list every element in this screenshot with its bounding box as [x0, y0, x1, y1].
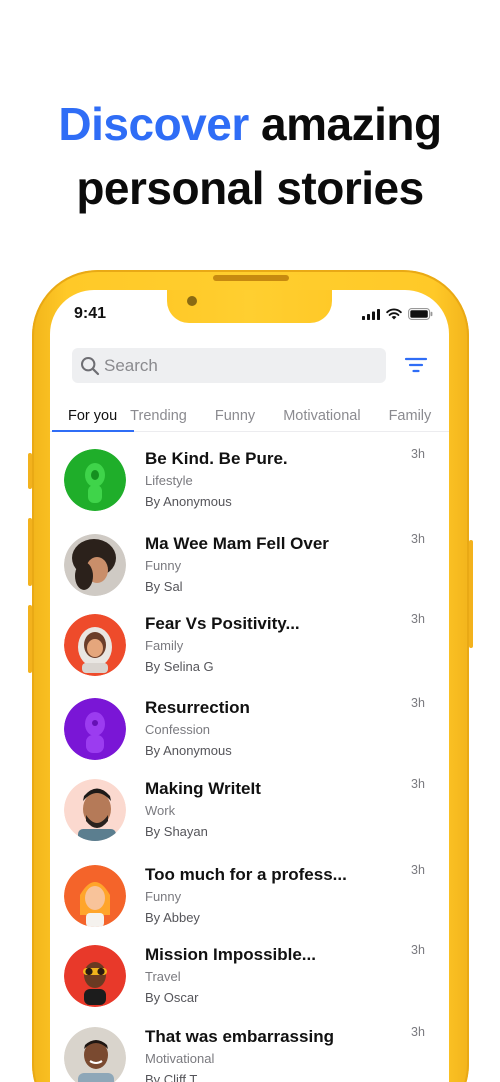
story-title: Be Kind. Be Pure.	[145, 449, 288, 468]
story-title: Resurrection	[145, 698, 250, 717]
phone-speaker	[213, 275, 289, 281]
tab-funny[interactable]: Funny	[215, 400, 255, 431]
avatar	[64, 945, 126, 1007]
story-time: 3h	[411, 696, 425, 710]
headline-line2: personal stories	[76, 162, 424, 214]
avatar	[64, 698, 126, 760]
avatar	[64, 779, 126, 841]
story-author: By Anonymous	[145, 494, 232, 509]
story-author: By Sal	[145, 579, 183, 594]
story-time: 3h	[411, 1025, 425, 1039]
story-item[interactable]: Making WriteIt Work By Shayan 3h	[50, 777, 449, 861]
wifi-icon	[386, 308, 402, 320]
search-bar[interactable]	[72, 348, 386, 383]
story-item[interactable]: Resurrection Confession By Anonymous 3h	[50, 696, 449, 780]
camera-icon	[187, 296, 197, 306]
avatar	[64, 449, 126, 511]
status-icons	[362, 308, 433, 320]
promo-canvas: Discover amazing personal stories 9:41 S…	[0, 0, 500, 1082]
search-input[interactable]	[104, 355, 364, 376]
story-title: Fear Vs Positivity...	[145, 614, 300, 633]
tab-trending[interactable]: Trending	[130, 400, 187, 431]
story-item[interactable]: Mission Impossible... Travel By Oscar 3h	[50, 943, 449, 1027]
filter-icon[interactable]	[404, 355, 428, 375]
avatar	[64, 1027, 126, 1082]
category-tabs: For you Trending Funny Motivational Fami…	[50, 400, 449, 432]
tab-motivational[interactable]: Motivational	[283, 400, 360, 431]
story-title: Making WriteIt	[145, 779, 261, 798]
story-category: Funny	[145, 558, 182, 573]
story-title: That was embarrassing	[145, 1027, 334, 1046]
story-title: Mission Impossible...	[145, 945, 316, 964]
headline-rest: amazing	[248, 98, 442, 150]
story-category: Family	[145, 638, 184, 653]
story-time: 3h	[411, 447, 425, 461]
story-author: By Selina G	[145, 659, 214, 674]
story-category: Work	[145, 803, 176, 818]
story-title: Ma Wee Mam Fell Over	[145, 534, 329, 553]
story-title: Too much for a profess...	[145, 865, 347, 884]
story-item[interactable]: Too much for a profess... Funny By Abbey…	[50, 863, 449, 947]
signal-icon	[362, 308, 380, 320]
status-time: 9:41	[74, 305, 107, 322]
avatar	[64, 865, 126, 927]
story-item[interactable]: That was embarrassing Motivational By Cl…	[50, 1025, 449, 1082]
headline-accent: Discover	[58, 98, 249, 150]
story-category: Travel	[145, 969, 181, 984]
story-category: Lifestyle	[145, 473, 193, 488]
story-author: By Oscar	[145, 990, 199, 1005]
tab-for-you[interactable]: For you	[68, 400, 117, 431]
tab-family[interactable]: Family	[389, 400, 432, 431]
search-icon	[81, 356, 100, 375]
story-time: 3h	[411, 943, 425, 957]
story-item[interactable]: Fear Vs Positivity... Family By Selina G…	[50, 612, 449, 696]
story-time: 3h	[411, 532, 425, 546]
active-tab-indicator	[52, 430, 134, 432]
story-time: 3h	[411, 777, 425, 791]
story-item[interactable]: Be Kind. Be Pure. Lifestyle By Anonymous…	[50, 447, 449, 531]
story-author: By Cliff T	[145, 1072, 198, 1082]
story-time: 3h	[411, 612, 425, 626]
story-item[interactable]: Ma Wee Mam Fell Over Funny By Sal 3h	[50, 532, 449, 616]
battery-icon	[408, 308, 433, 320]
story-category: Confession	[145, 722, 211, 737]
phone-power-button	[469, 540, 473, 648]
story-time: 3h	[411, 863, 425, 877]
phone-notch	[167, 290, 332, 323]
story-author: By Shayan	[145, 824, 208, 839]
story-author: By Anonymous	[145, 743, 232, 758]
story-category: Funny	[145, 889, 182, 904]
story-category: Motivational	[145, 1051, 215, 1066]
headline: Discover amazing personal stories	[0, 92, 500, 220]
avatar	[64, 614, 126, 676]
avatar	[64, 534, 126, 596]
story-author: By Abbey	[145, 910, 200, 925]
